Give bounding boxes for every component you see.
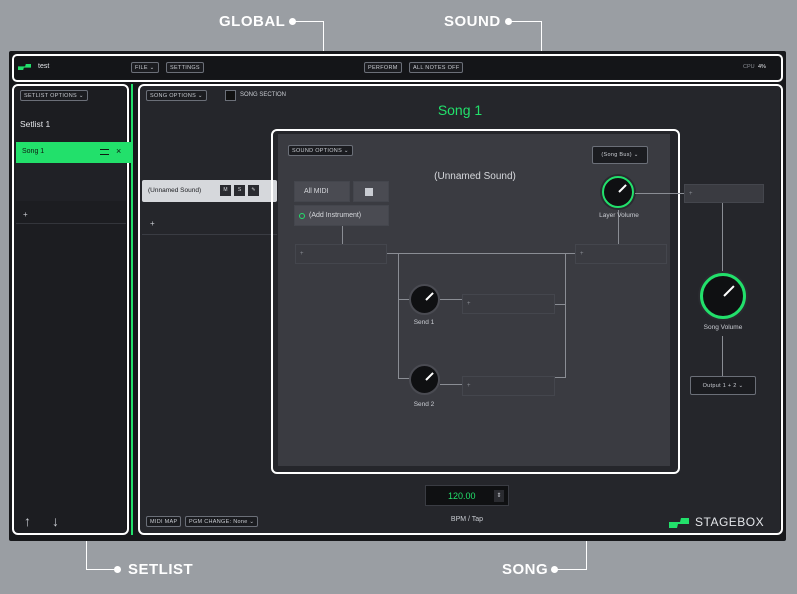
- song-volume-knob[interactable]: [700, 273, 746, 319]
- bus-select[interactable]: (Song Bus) ⌄: [592, 146, 648, 164]
- song-section-checkbox[interactable]: [225, 90, 236, 101]
- midi-input-select[interactable]: All MIDI: [294, 181, 350, 202]
- app-window: test FILE ⌄ SETTINGS PERFORM ALL NOTES O…: [9, 51, 786, 541]
- add-instrument-label: (Add Instrument): [309, 212, 362, 219]
- tempo-display[interactable]: 120.00 ⇕: [425, 485, 509, 506]
- settings-button[interactable]: SETTINGS: [166, 62, 204, 73]
- song-options-button[interactable]: SONG OPTIONS ⌄: [146, 90, 207, 101]
- midi-input-label: All MIDI: [304, 188, 329, 195]
- perform-button[interactable]: PERFORM: [364, 62, 402, 73]
- all-notes-off-button[interactable]: ALL NOTES OFF: [409, 62, 464, 73]
- instrument-power-icon[interactable]: [299, 213, 305, 219]
- callout-song: SONG: [502, 561, 549, 578]
- fx-slot-send2[interactable]: +: [462, 376, 555, 396]
- callout-sound: SOUND: [444, 13, 501, 30]
- send1-knob[interactable]: [409, 284, 440, 315]
- sound-title: (Unnamed Sound): [434, 171, 516, 182]
- brand-name: STAGEBOX: [695, 515, 765, 529]
- setlist-divider: [16, 223, 126, 224]
- main-bus-wire: [387, 253, 575, 254]
- send1-return-wire: [555, 304, 565, 305]
- layer-volume-out-wire: [635, 193, 684, 194]
- song-title: Song 1: [437, 102, 483, 118]
- edit-sound-button[interactable]: ✎: [248, 185, 259, 196]
- arrow-up-icon[interactable]: ↑: [24, 513, 31, 529]
- layer-volume-label: Layer Volume: [599, 212, 639, 219]
- layer-volume-knob[interactable]: [602, 176, 634, 208]
- panel-divider[interactable]: [131, 84, 133, 535]
- send1-out-wire: [440, 299, 462, 300]
- output-select[interactable]: Output 1 + 2 ⌄: [690, 376, 756, 395]
- fx-slot-main-in[interactable]: +: [295, 244, 387, 264]
- send-left-wire: [398, 254, 399, 378]
- sound-strip-name: (Unnamed Sound): [148, 187, 202, 194]
- sound-strip[interactable]: (Unnamed Sound) M S ✎: [142, 180, 277, 202]
- setlist-title: Setlist 1: [20, 119, 51, 129]
- solo-button[interactable]: S: [234, 185, 245, 196]
- sound-options-button[interactable]: SOUND OPTIONS ⌄: [288, 145, 353, 156]
- project-name: test: [38, 63, 50, 70]
- arrow-down-icon[interactable]: ↓: [52, 513, 59, 529]
- song-bus-slot[interactable]: +: [684, 184, 764, 203]
- song-volume-label: Song Volume: [703, 324, 743, 331]
- drag-handle-icon[interactable]: [100, 149, 109, 155]
- send2-knob[interactable]: [409, 364, 440, 395]
- send2-out-wire: [440, 384, 462, 385]
- keyboard-icon: [365, 188, 373, 196]
- callout-global-line: [292, 21, 324, 22]
- callout-song-line: [555, 569, 587, 570]
- add-song-button[interactable]: +: [23, 210, 28, 219]
- song-list-item[interactable]: Song 1 ×: [16, 142, 133, 163]
- send-right-wire: [565, 254, 566, 378]
- song-list-item-label: Song 1: [22, 148, 45, 155]
- song-sound-divider: [142, 234, 277, 235]
- callout-global: GLOBAL: [219, 13, 286, 30]
- instrument-wire: [342, 226, 343, 244]
- fx-slot-send1[interactable]: +: [462, 294, 555, 314]
- song-list-empty-row: [16, 163, 126, 201]
- song-output-wire: [722, 336, 723, 376]
- send2-return-wire: [555, 377, 565, 378]
- pgm-change-select[interactable]: PGM CHANGE: None ⌄: [185, 516, 259, 527]
- keyboard-select[interactable]: [353, 181, 389, 202]
- tempo-stepper-icon[interactable]: ⇕: [494, 490, 504, 502]
- callout-setlist-line: [86, 569, 116, 570]
- cpu-label: CPU: [743, 64, 755, 70]
- close-icon[interactable]: ×: [116, 146, 121, 156]
- add-sound-button[interactable]: +: [150, 219, 155, 228]
- tempo-label[interactable]: BPM / Tap: [451, 516, 483, 523]
- setlist-options-button[interactable]: SETLIST OPTIONS ⌄: [20, 90, 88, 101]
- send2-label: Send 2: [413, 401, 435, 408]
- send1-label: Send 1: [413, 319, 435, 326]
- file-menu-button[interactable]: FILE ⌄: [131, 62, 159, 73]
- mute-button[interactable]: M: [220, 185, 231, 196]
- add-instrument-slot[interactable]: (Add Instrument): [294, 205, 389, 226]
- tempo-value: 120.00: [448, 491, 476, 501]
- fx-slot-main-out[interactable]: +: [575, 244, 667, 264]
- callout-setlist: SETLIST: [128, 561, 194, 578]
- callout-sound-line: [508, 21, 542, 22]
- midi-map-button[interactable]: MIDI MAP: [146, 516, 182, 527]
- song-bus-wire: [722, 203, 723, 273]
- cpu-value: 4%: [758, 64, 766, 70]
- song-section-label: SONG SECTION: [240, 92, 287, 98]
